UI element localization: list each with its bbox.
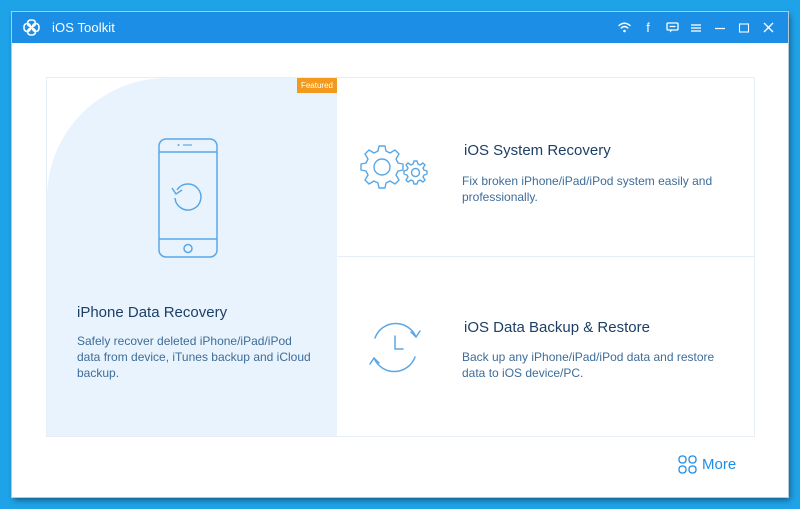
gears-icon bbox=[360, 145, 428, 189]
more-label: More bbox=[702, 456, 737, 473]
toolkit-logo-icon bbox=[23, 19, 40, 36]
close-icon[interactable] bbox=[756, 12, 780, 43]
phone-restore-icon bbox=[158, 138, 218, 258]
ios-data-backup-restore-title: iOS Data Backup & Restore bbox=[464, 319, 650, 336]
iphone-data-recovery-description: Safely recover deleted iPhone/iPad/iPod … bbox=[77, 334, 311, 380]
clock-sync-icon bbox=[369, 322, 421, 373]
tool-grid: Featured iPhone Data Recovery Safely rec… bbox=[46, 77, 755, 437]
minimize-icon[interactable] bbox=[708, 12, 732, 43]
iphone-data-recovery-card[interactable]: Featured iPhone Data Recovery Safely rec… bbox=[47, 78, 337, 436]
app-window: iOS Toolkit f Featured iPhone Data Recov… bbox=[12, 12, 788, 497]
facebook-icon[interactable]: f bbox=[636, 12, 660, 43]
grid-more-icon bbox=[678, 455, 697, 474]
iphone-data-recovery-title: iPhone Data Recovery bbox=[77, 304, 228, 321]
ios-system-recovery-card[interactable]: iOS System Recovery Fix broken iPhone/iP… bbox=[337, 78, 754, 257]
title-controls: f bbox=[612, 12, 780, 43]
ios-system-recovery-description: Fix broken iPhone/iPad/iPod system easil… bbox=[462, 174, 713, 204]
ios-data-backup-restore-card[interactable]: iOS Data Backup & Restore Back up any iP… bbox=[337, 257, 754, 436]
ios-system-recovery-title: iOS System Recovery bbox=[464, 142, 611, 159]
title-bar: iOS Toolkit f bbox=[12, 12, 788, 43]
app-title: iOS Toolkit bbox=[52, 20, 115, 35]
more-button[interactable]: More bbox=[678, 455, 736, 474]
featured-badge: Featured bbox=[296, 78, 337, 93]
maximize-icon[interactable] bbox=[732, 12, 756, 43]
facebook-glyph: f bbox=[646, 20, 650, 35]
feedback-icon[interactable] bbox=[660, 12, 684, 43]
ios-data-backup-restore-description: Back up any iPhone/iPad/iPod data and re… bbox=[462, 350, 715, 380]
wifi-icon[interactable] bbox=[612, 12, 636, 43]
menu-icon[interactable] bbox=[684, 12, 708, 43]
